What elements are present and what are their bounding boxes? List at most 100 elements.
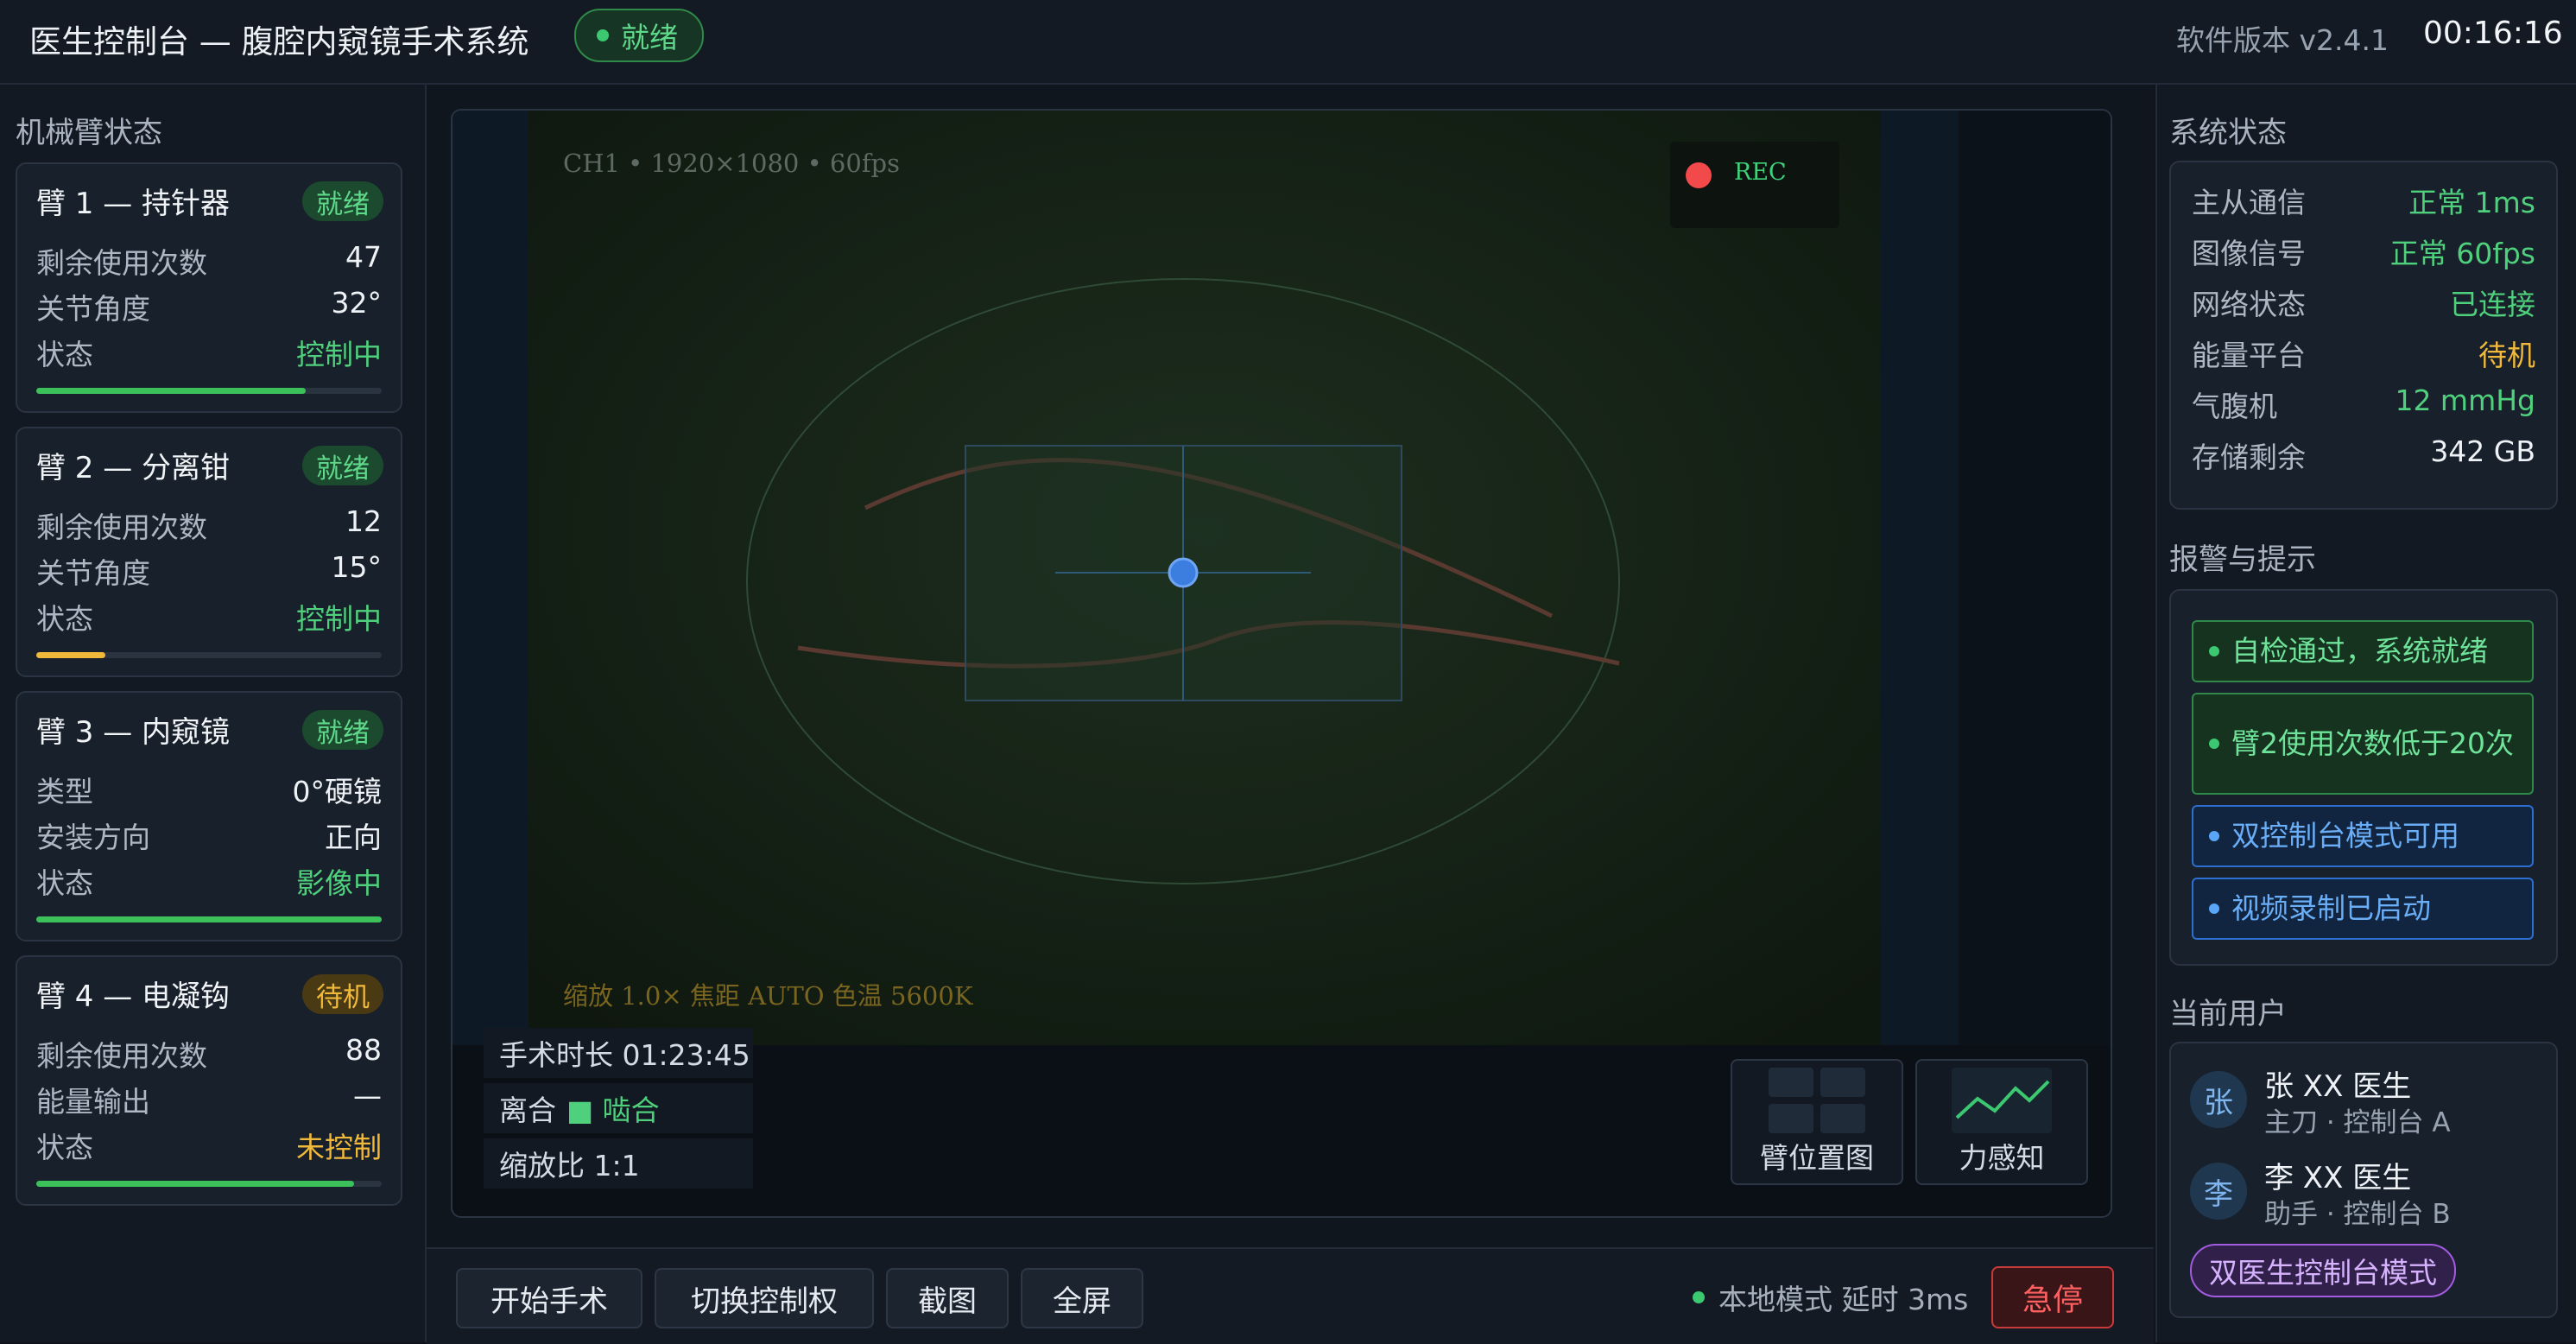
user-role: 助手 · 控制台 B bbox=[2264, 1199, 2451, 1230]
arm-row-label: 能量输出 bbox=[36, 1085, 150, 1119]
emergency-stop-button[interactable]: 急停 bbox=[1991, 1266, 2114, 1328]
start-surgery-button[interactable]: 开始手术 bbox=[456, 1268, 642, 1328]
arm-row-value: 15° bbox=[331, 550, 383, 584]
system-row: 存储剩余 342 GB bbox=[2192, 434, 2535, 478]
arm-row-label: 关节角度 bbox=[36, 292, 150, 326]
arm-row-value: 控制中 bbox=[296, 338, 382, 371]
screenshot-button[interactable]: 截图 bbox=[886, 1268, 1009, 1328]
arm-row-value: — bbox=[353, 1079, 382, 1113]
arm-row: 关节角度 32° bbox=[36, 286, 382, 327]
system-status-badge: 就绪 bbox=[574, 9, 704, 62]
system-row-label: 气腹机 bbox=[2192, 390, 2277, 423]
clutch-status: 离合 ■ 啮合 bbox=[484, 1083, 753, 1133]
system-row-label: 网络状态 bbox=[2192, 288, 2306, 321]
arm-card-4[interactable]: 臂 4 — 电凝钩 待机 剩余使用次数 88 能量输出 — 状态 未控制 bbox=[16, 955, 402, 1206]
arm-row: 状态 控制中 bbox=[36, 332, 382, 373]
arm-name: 臂 4 — 电凝钩 bbox=[36, 979, 231, 1014]
avatar: 李 bbox=[2190, 1163, 2247, 1220]
clutch-label: 离合 bbox=[499, 1094, 556, 1127]
arm-row: 类型 0°硬镜 bbox=[36, 769, 382, 810]
recording-label: REC bbox=[1734, 159, 1787, 186]
feed-edge-left bbox=[453, 111, 528, 1045]
system-row: 能量平台 待机 bbox=[2192, 333, 2535, 376]
arm-progress-fill bbox=[36, 1181, 354, 1187]
alert-dot-icon bbox=[2209, 831, 2219, 841]
user-name: 李 XX 医生 bbox=[2264, 1161, 2412, 1195]
arm-row-label: 关节角度 bbox=[36, 556, 150, 590]
arm-status-badge: 就绪 bbox=[302, 181, 383, 221]
arm-name: 臂 2 — 分离钳 bbox=[36, 451, 231, 485]
arm-progress-fill bbox=[36, 652, 105, 658]
arm-card-1[interactable]: 臂 1 — 持针器 就绪 剩余使用次数 47 关节角度 32° 状态 控制中 bbox=[16, 162, 402, 413]
avatar: 张 bbox=[2190, 1071, 2247, 1128]
system-status-text: 就绪 bbox=[621, 21, 678, 54]
alert-text: 视频录制已启动 bbox=[2231, 891, 2431, 925]
channel-info: CH1 • 1920×1080 • 60fps bbox=[563, 149, 900, 178]
arm-row: 安装方向 正向 bbox=[36, 815, 382, 856]
force-feedback-button[interactable]: 力感知 bbox=[1915, 1059, 2088, 1185]
system-row: 主从通信 正常 1ms bbox=[2192, 180, 2535, 223]
alert-item[interactable]: 臂2使用次数低于20次 bbox=[2192, 693, 2534, 795]
arm-card-2[interactable]: 臂 2 — 分离钳 就绪 剩余使用次数 12 关节角度 15° 状态 控制中 bbox=[16, 427, 402, 677]
instrument-tip-marker-icon[interactable] bbox=[1168, 557, 1199, 588]
clock: 00:16:16 bbox=[2423, 16, 2563, 51]
arm-row: 剩余使用次数 47 bbox=[36, 240, 382, 282]
system-row-label: 图像信号 bbox=[2192, 237, 2306, 270]
system-row: 图像信号 正常 60fps bbox=[2192, 231, 2535, 274]
system-row-label: 存储剩余 bbox=[2192, 441, 2306, 474]
arm-row-value: 32° bbox=[331, 286, 383, 320]
clutch-state: ■ 啮合 bbox=[566, 1094, 660, 1127]
arm-panel-title: 机械臂状态 bbox=[16, 116, 162, 150]
alert-dot-icon bbox=[2209, 903, 2219, 914]
status-dot-icon bbox=[1693, 1291, 1705, 1303]
fullscreen-button[interactable]: 全屏 bbox=[1021, 1268, 1143, 1328]
arm-row: 能量输出 — bbox=[36, 1079, 382, 1120]
dual-console-mode-badge: 双医生控制台模式 bbox=[2190, 1244, 2456, 1297]
system-row-label: 主从通信 bbox=[2192, 186, 2306, 219]
arm-row: 剩余使用次数 88 bbox=[36, 1033, 382, 1075]
current-users-card: 张 张 XX 医生 主刀 · 控制台 A 李 李 XX 医生 助手 · 控制台 … bbox=[2169, 1042, 2558, 1318]
arm-row-label: 类型 bbox=[36, 775, 93, 808]
endoscope-video-frame: CH1 • 1920×1080 • 60fps REC 缩放 1.0× 焦距 A… bbox=[451, 109, 2112, 1218]
arm-status-panel: 机械臂状态 臂 1 — 持针器 就绪 剩余使用次数 47 关节角度 32° 状态 控制… bbox=[0, 85, 427, 1342]
arm-status-badge: 就绪 bbox=[302, 446, 383, 485]
switch-control-button[interactable]: 切换控制权 bbox=[655, 1268, 874, 1328]
motion-scale: 缩放比 1:1 bbox=[484, 1138, 753, 1189]
status-dot-icon bbox=[597, 29, 609, 41]
alert-dot-icon bbox=[2209, 739, 2219, 749]
record-dot-icon bbox=[1686, 162, 1712, 188]
arm-map-label: 臂位置图 bbox=[1760, 1141, 1874, 1175]
alert-text: 自检通过，系统就绪 bbox=[2231, 634, 2488, 668]
connection-mode-text: 本地模式 延时 3ms bbox=[1718, 1283, 1969, 1316]
alert-item[interactable]: 视频录制已启动 bbox=[2192, 878, 2534, 940]
system-status-title: 系统状态 bbox=[2169, 116, 2287, 150]
top-bar: 医生控制台 — 腹腔内窥镜手术系统 就绪 软件版本 v2.4.1 00:16:1… bbox=[0, 0, 2576, 85]
alert-item[interactable]: 双控制台模式可用 bbox=[2192, 805, 2534, 867]
system-row: 网络状态 已连接 bbox=[2192, 282, 2535, 325]
alert-item[interactable]: 自检通过，系统就绪 bbox=[2192, 620, 2534, 682]
arm-row-value: 47 bbox=[345, 240, 382, 274]
main-view: CH1 • 1920×1080 • 60fps REC 缩放 1.0× 焦距 A… bbox=[427, 85, 2154, 1344]
arm-row-value: 未控制 bbox=[296, 1131, 382, 1164]
system-row-value: 正常 1ms bbox=[2408, 186, 2535, 219]
system-row-value: 342 GB bbox=[2430, 434, 2535, 468]
alerts-title: 报警与提示 bbox=[2169, 542, 2316, 577]
arm-row: 关节角度 15° bbox=[36, 550, 382, 592]
feed-edge-right bbox=[1881, 111, 1959, 1045]
force-label: 力感知 bbox=[1959, 1141, 2045, 1175]
force-chart-icon bbox=[1952, 1068, 2052, 1133]
arm-progress-bar bbox=[36, 916, 382, 922]
arm-row-label: 剩余使用次数 bbox=[36, 246, 207, 280]
arm-card-3[interactable]: 臂 3 — 内窥镜 就绪 类型 0°硬镜 安装方向 正向 状态 影像中 bbox=[16, 691, 402, 941]
arm-row-label: 状态 bbox=[36, 1131, 93, 1164]
app-title: 医生控制台 — 腹腔内窥镜手术系统 bbox=[29, 23, 529, 60]
alert-text: 臂2使用次数低于20次 bbox=[2231, 726, 2514, 760]
arm-row-label: 状态 bbox=[36, 602, 93, 636]
arm-position-map-button[interactable]: 臂位置图 bbox=[1731, 1059, 1903, 1185]
arm-row: 状态 未控制 bbox=[36, 1125, 382, 1166]
grid-icon bbox=[1769, 1068, 1865, 1133]
software-version: 软件版本 v2.4.1 bbox=[2176, 23, 2389, 57]
endoscope-feed[interactable]: CH1 • 1920×1080 • 60fps REC 缩放 1.0× 焦距 A… bbox=[453, 111, 2111, 1045]
system-row-value: 待机 bbox=[2478, 339, 2535, 372]
arm-progress-bar bbox=[36, 388, 382, 394]
